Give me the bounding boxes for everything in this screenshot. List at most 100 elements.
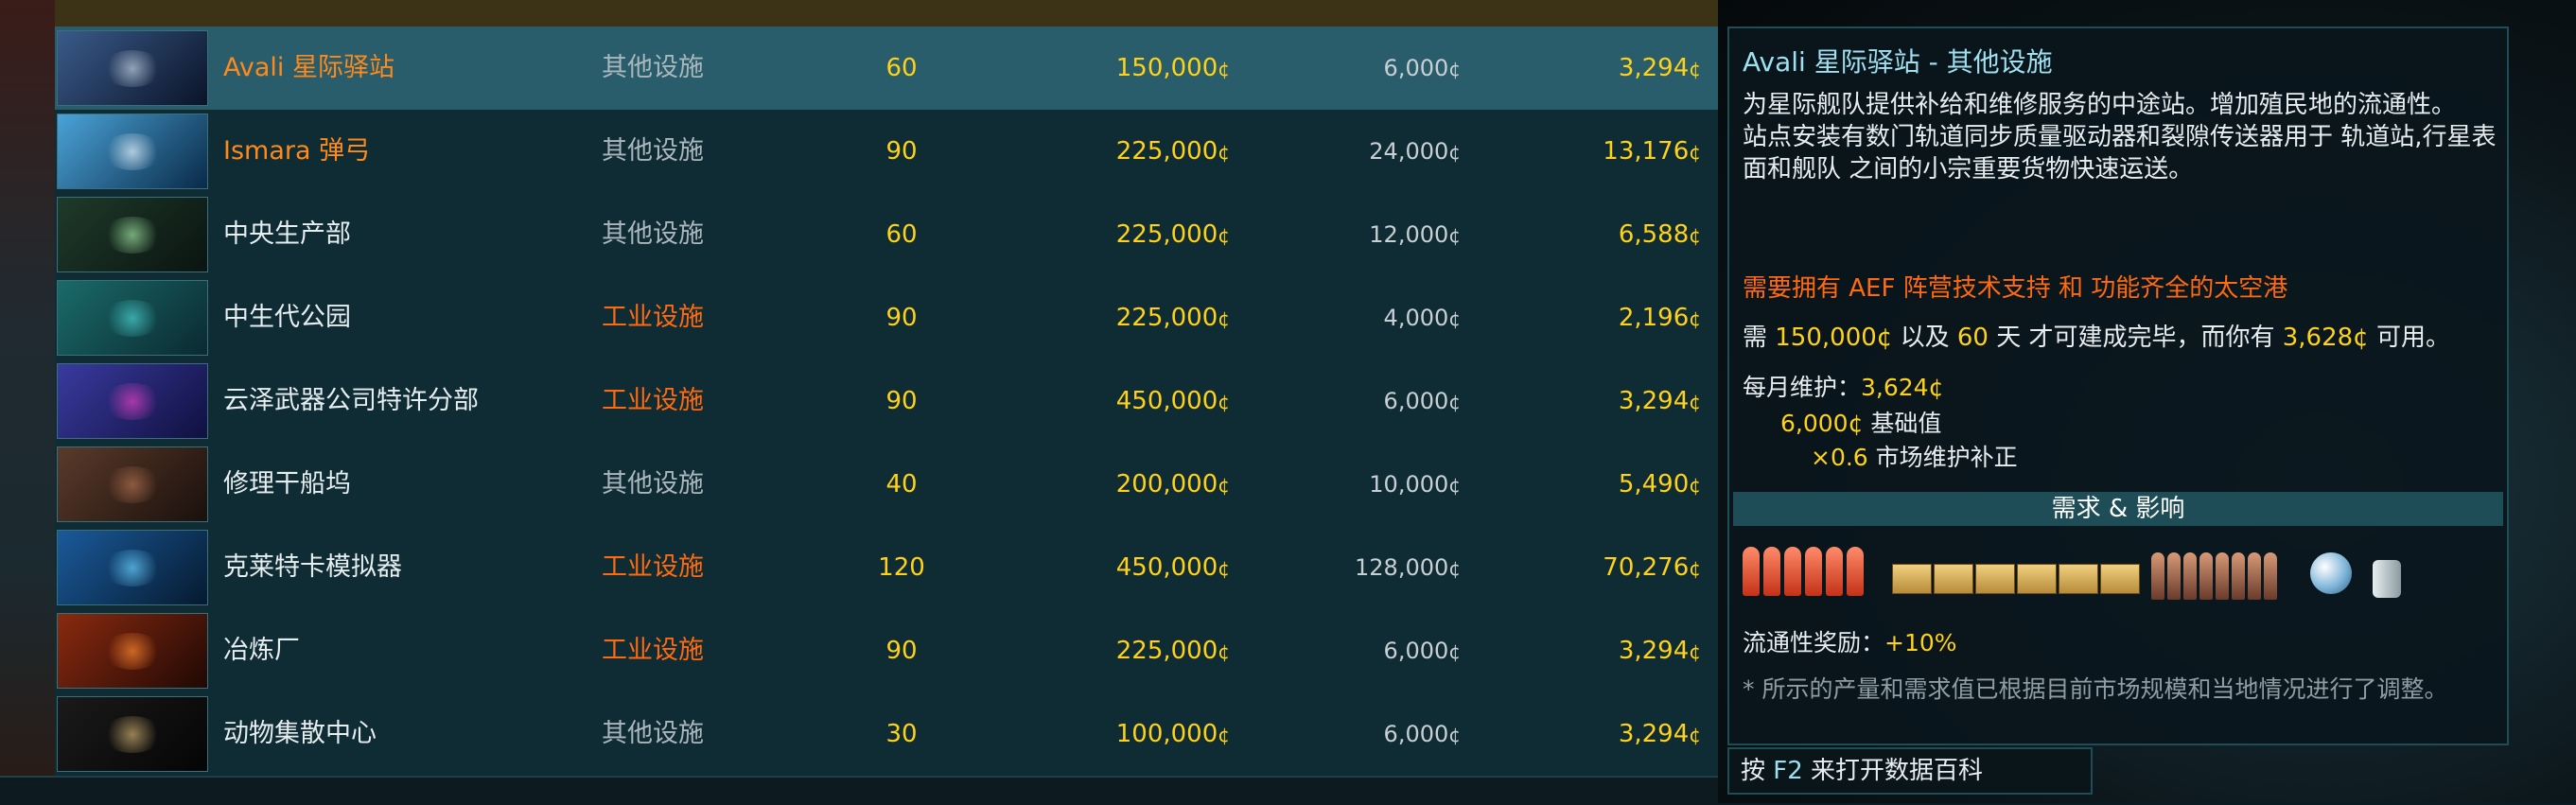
building-name: 克莱特卡模拟器 (223, 552, 402, 582)
crate-icon (1934, 564, 1973, 594)
build-cost-value: 225,000 (1115, 137, 1218, 166)
rocket-icon (1763, 547, 1780, 596)
rocket-icon (1784, 547, 1801, 596)
upkeep-cost-value: 6,000 (1383, 55, 1449, 81)
upkeep-cost: 6,000¢ (1285, 692, 1461, 776)
build-time: 90 (885, 637, 918, 665)
income: 3,294¢ (1455, 692, 1701, 776)
build-cost-value: 150,000 (1115, 54, 1218, 82)
building-name: Ismara 弹弓 (223, 136, 371, 166)
income: 3,294¢ (1455, 359, 1701, 443)
credits-symbol: ¢ (1218, 307, 1230, 330)
upkeep-cost: 128,000¢ (1285, 526, 1461, 609)
table-row[interactable]: 中央生产部 其他设施 60 225,000¢ 12,000¢ 6,588¢ (55, 193, 1718, 277)
build-text-mid1: 以及 (1892, 324, 1957, 352)
credits-symbol: ¢ (1689, 141, 1701, 164)
build-cost-value: 225,000 (1115, 304, 1218, 332)
worker-icon-group (2151, 547, 2280, 604)
building-category: 其他设施 (602, 469, 704, 499)
building-name: 修理干船坞 (223, 469, 351, 499)
crate-icon (1975, 564, 2015, 594)
worker-icon (2232, 552, 2245, 600)
credits-symbol: ¢ (1689, 58, 1701, 80)
credits-symbol: ¢ (1218, 141, 1230, 164)
building-name: 中央生产部 (223, 219, 351, 249)
upkeep-base-label: 基础值 (1863, 410, 1942, 437)
building-name: 冶炼厂 (223, 636, 300, 665)
build-text-mid2: 天 才可建成完毕，而你有 (1988, 324, 2283, 352)
upkeep-cost: 6,000¢ (1285, 359, 1461, 443)
building-list: Avali 星际驿站 其他设施 60 150,000¢ 6,000¢ 3,294¢ Isma… (55, 26, 1718, 777)
upkeep-multiplier: ×0.6 市场维护补正 (1811, 439, 2018, 473)
description-line: 站点安装有数门轨道同步质量驱动器和裂隙传送器用于 轨道站,行星表面和舰队 之间的… (1743, 123, 2497, 184)
upkeep-cost-value: 12,000 (1369, 221, 1449, 248)
left-edge-background (0, 0, 55, 803)
upkeep-cost: 6,000¢ (1285, 609, 1461, 692)
panel-title-name: Avali 星际驿站 (1743, 46, 1920, 78)
rocket-icon (1826, 547, 1843, 596)
build-time: 30 (885, 720, 918, 748)
panel-requirement: 需要拥有 AEF 阵营技术支持 和 功能齐全的太空港 (1743, 274, 2288, 303)
build-time: 40 (885, 470, 918, 499)
income-value: 5,490 (1618, 470, 1690, 499)
cans-icon (2373, 560, 2401, 598)
build-cost: 225,000¢ (1001, 193, 1230, 276)
build-cost: 150,000¢ (1001, 26, 1230, 110)
worker-icon (2167, 552, 2181, 600)
demand-impact-header: 需求 & 影响 (1733, 492, 2503, 526)
building-thumbnail (57, 446, 208, 522)
build-text-pre: 需 (1743, 324, 1776, 352)
income: 2,196¢ (1455, 276, 1701, 359)
building-category: 工业设施 (602, 303, 704, 332)
credits-symbol: ¢ (1218, 58, 1230, 80)
build-cost: 150,000¢ (1775, 324, 1893, 352)
codex-hint-post: 来打开数据百科 (1802, 757, 1984, 785)
income-value: 70,276 (1603, 553, 1690, 582)
income-value: 6,588 (1618, 220, 1690, 249)
description-line: 为星际舰队提供补给和维修服务的中途站。增加殖民地的流通性。 (1743, 91, 2457, 119)
table-row[interactable]: Avali 星际驿站 其他设施 60 150,000¢ 6,000¢ 3,294¢ (55, 26, 1718, 111)
table-row[interactable]: 冶炼厂 工业设施 90 225,000¢ 6,000¢ 3,294¢ (55, 609, 1718, 693)
build-available-funds: 3,628¢ (2282, 324, 2369, 352)
worker-icon (2183, 552, 2197, 600)
crate-icon (1892, 564, 1932, 594)
upkeep-cost-value: 6,000 (1383, 721, 1449, 747)
orb-icon (2310, 552, 2352, 594)
crate-icon (2100, 564, 2140, 594)
building-name: 动物集散中心 (223, 719, 377, 748)
building-thumbnail (57, 696, 208, 772)
build-time: 60 (885, 220, 918, 249)
income-value: 3,294 (1618, 637, 1690, 665)
build-cost-value: 450,000 (1115, 553, 1218, 582)
credits-symbol: ¢ (1689, 724, 1701, 746)
panel-description: 为星际舰队提供补给和维修服务的中途站。增加殖民地的流通性。站点安装有数门轨道同步… (1743, 89, 2499, 185)
demand-icons (1743, 547, 2499, 609)
table-row[interactable]: Ismara 弹弓 其他设施 90 225,000¢ 24,000¢ 13,176¢ (55, 110, 1718, 194)
codex-hint-key: F2 (1773, 757, 1803, 785)
panel-title-category: 其他设施 (1946, 46, 2053, 78)
upkeep-cost-value: 6,000 (1383, 388, 1449, 414)
build-cost-value: 225,000 (1115, 637, 1218, 665)
build-cost: 225,000¢ (1001, 110, 1230, 193)
build-cost: 450,000¢ (1001, 359, 1230, 443)
upkeep-cost-value: 4,000 (1383, 305, 1449, 331)
building-category: 工业设施 (602, 386, 704, 415)
table-row[interactable]: 克莱特卡模拟器 工业设施 120 450,000¢ 128,000¢ 70,276¢ (55, 526, 1718, 610)
codex-hint[interactable]: 按 F2 来打开数据百科 (1727, 747, 2093, 795)
build-cost-value: 450,000 (1115, 387, 1218, 415)
table-row[interactable]: 云泽武器公司特许分部 工业设施 90 450,000¢ 6,000¢ 3,294¢ (55, 359, 1718, 444)
build-cost: 450,000¢ (1001, 526, 1230, 609)
building-category: 其他设施 (602, 136, 704, 166)
income: 3,294¢ (1455, 609, 1701, 692)
building-category: 其他设施 (602, 219, 704, 249)
accessibility-bonus: 流通性奖励：+10% (1743, 624, 1957, 658)
worker-icon (2264, 552, 2277, 600)
table-row[interactable]: 动物集散中心 其他设施 30 100,000¢ 6,000¢ 3,294¢ (55, 692, 1718, 777)
table-row[interactable]: 修理干船坞 其他设施 40 200,000¢ 10,000¢ 5,490¢ (55, 443, 1718, 527)
bonus-label: 流通性奖励： (1743, 629, 1885, 656)
income: 70,276¢ (1455, 526, 1701, 609)
upkeep-cost: 12,000¢ (1285, 193, 1461, 276)
worker-icon (2199, 552, 2213, 600)
building-thumbnail (57, 114, 208, 189)
table-row[interactable]: 中生代公园 工业设施 90 225,000¢ 4,000¢ 2,196¢ (55, 276, 1718, 360)
